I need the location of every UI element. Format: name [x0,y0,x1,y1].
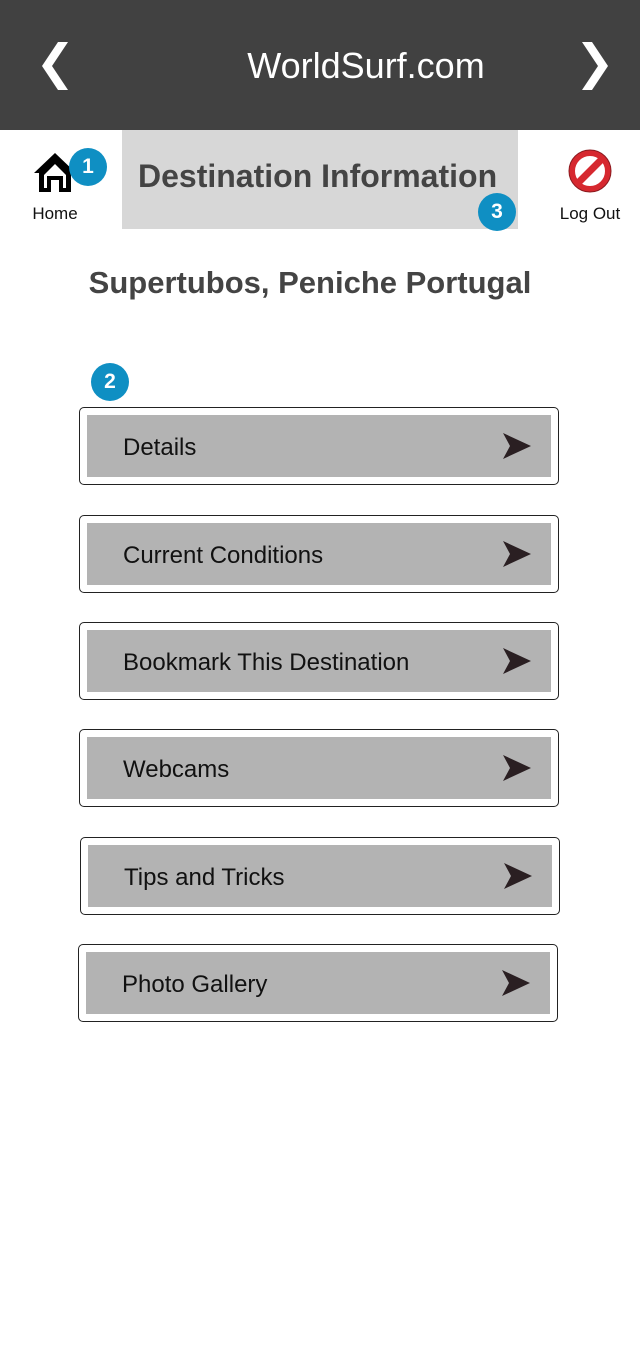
logout-icon [568,149,612,193]
arrow-right-icon [503,541,531,567]
annotation-badge-2: 2 [91,363,129,401]
menu-item-label: Bookmark This Destination [123,649,410,676]
menu-item-label: Current Conditions [123,542,324,569]
app-title: WorldSurf.com [247,45,485,86]
menu-item-fill: Details [87,415,551,477]
arrow-right-icon [503,433,531,459]
menu-item-fill: Photo Gallery [86,952,550,1014]
arrow-right-icon [502,970,530,996]
menu-item-label: Webcams [123,756,230,783]
menu-item-label: Tips and Tricks [124,864,285,891]
forward-button[interactable] [572,38,612,94]
arrow-right-icon [504,863,532,889]
page-title: Destination Information [138,158,498,194]
destination-name: Supertubos, Peniche Portugal [88,265,532,300]
chevron-right-icon [582,42,608,90]
menu-item-tips-and-tricks[interactable]: Tips and Tricks [80,837,560,915]
page-title-box: Destination Information [122,130,518,229]
top-bar: WorldSurf.com [0,0,640,130]
menu-item-label: Photo Gallery [122,971,268,998]
menu-item-fill: Bookmark This Destination [87,630,551,692]
menu-item-fill: Tips and Tricks [88,845,552,907]
annotation-badge-3: 3 [478,193,516,231]
logout-label: Log Out [559,204,621,223]
menu-item-current-conditions[interactable]: Current Conditions [79,515,559,593]
logout-button[interactable]: Log Out [555,146,627,226]
menu-item-bookmark[interactable]: Bookmark This Destination [79,622,559,700]
menu-item-label: Details [123,434,197,461]
menu-item-fill: Current Conditions [87,523,551,585]
arrow-right-icon [503,648,531,674]
menu-item-photo-gallery[interactable]: Photo Gallery [78,944,558,1022]
sub-header: Home 1 Destination Information 3 Log Out [0,130,640,231]
menu-item-webcams[interactable]: Webcams [79,729,559,807]
menu-item-fill: Webcams [87,737,551,799]
annotation-badge-1: 1 [69,148,107,186]
arrow-right-icon [503,755,531,781]
menu-item-details[interactable]: Details [79,407,559,485]
home-label: Home [32,204,78,223]
